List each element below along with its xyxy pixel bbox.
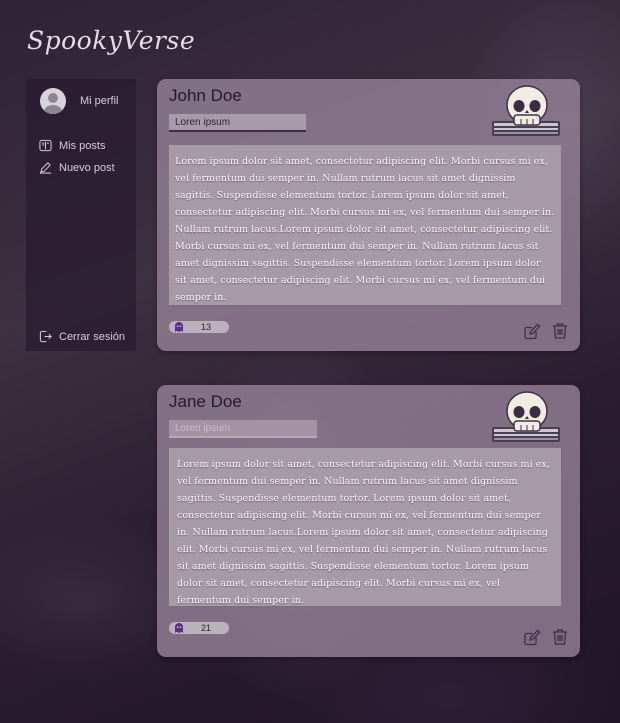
post-body: Lorem ipsum dolor sit amet, consectetur … <box>169 145 561 307</box>
skull-on-book-icon <box>492 391 560 442</box>
post-author[interactable]: Jane Doe <box>169 392 242 412</box>
ghost-icon <box>175 623 183 633</box>
profile-label: Mi perfil <box>80 95 119 107</box>
post-author[interactable]: John Doe <box>169 86 242 106</box>
app-logo[interactable]: SpookyVerse <box>27 26 195 55</box>
post-card: John Doe Loren ipsum Lorem ipsum dolor s… <box>157 79 580 351</box>
edit-icon[interactable] <box>523 628 541 646</box>
trash-icon[interactable] <box>551 628 569 646</box>
sidebar-item-profile[interactable]: Mi perfil <box>40 88 119 114</box>
likes-count: 13 <box>201 322 212 332</box>
logout-icon <box>39 330 52 343</box>
avatar <box>40 88 66 114</box>
post-tag: Loren ipsum <box>169 420 317 438</box>
post-card: Jane Doe Loren ipsum Lorem ipsum dolor s… <box>157 385 580 657</box>
post-tag: Loren ipsum <box>169 114 306 132</box>
sidebar: Mi perfil Mis posts Nuevo post Cerrar se… <box>26 79 136 351</box>
sidebar-item-label: Mis posts <box>59 139 106 152</box>
sidebar-item-new-post[interactable]: Nuevo post <box>39 161 115 174</box>
sidebar-item-label: Nuevo post <box>59 161 115 174</box>
logout-label: Cerrar sesión <box>59 330 126 343</box>
logout-button[interactable]: Cerrar sesión <box>39 330 125 343</box>
ghost-icon <box>175 322 183 332</box>
edit-icon[interactable] <box>523 322 541 340</box>
skull-on-book-icon <box>492 85 560 136</box>
likes-badge[interactable]: 21 <box>169 622 229 634</box>
likes-count: 21 <box>201 623 212 633</box>
trash-icon[interactable] <box>551 322 569 340</box>
sidebar-item-my-posts[interactable]: Mis posts <box>39 139 105 152</box>
likes-badge[interactable]: 13 <box>169 321 229 333</box>
post-body: Lorem ipsum dolor sit amet, consectetur … <box>169 448 561 608</box>
book-icon <box>39 139 52 152</box>
pencil-icon <box>39 162 52 174</box>
